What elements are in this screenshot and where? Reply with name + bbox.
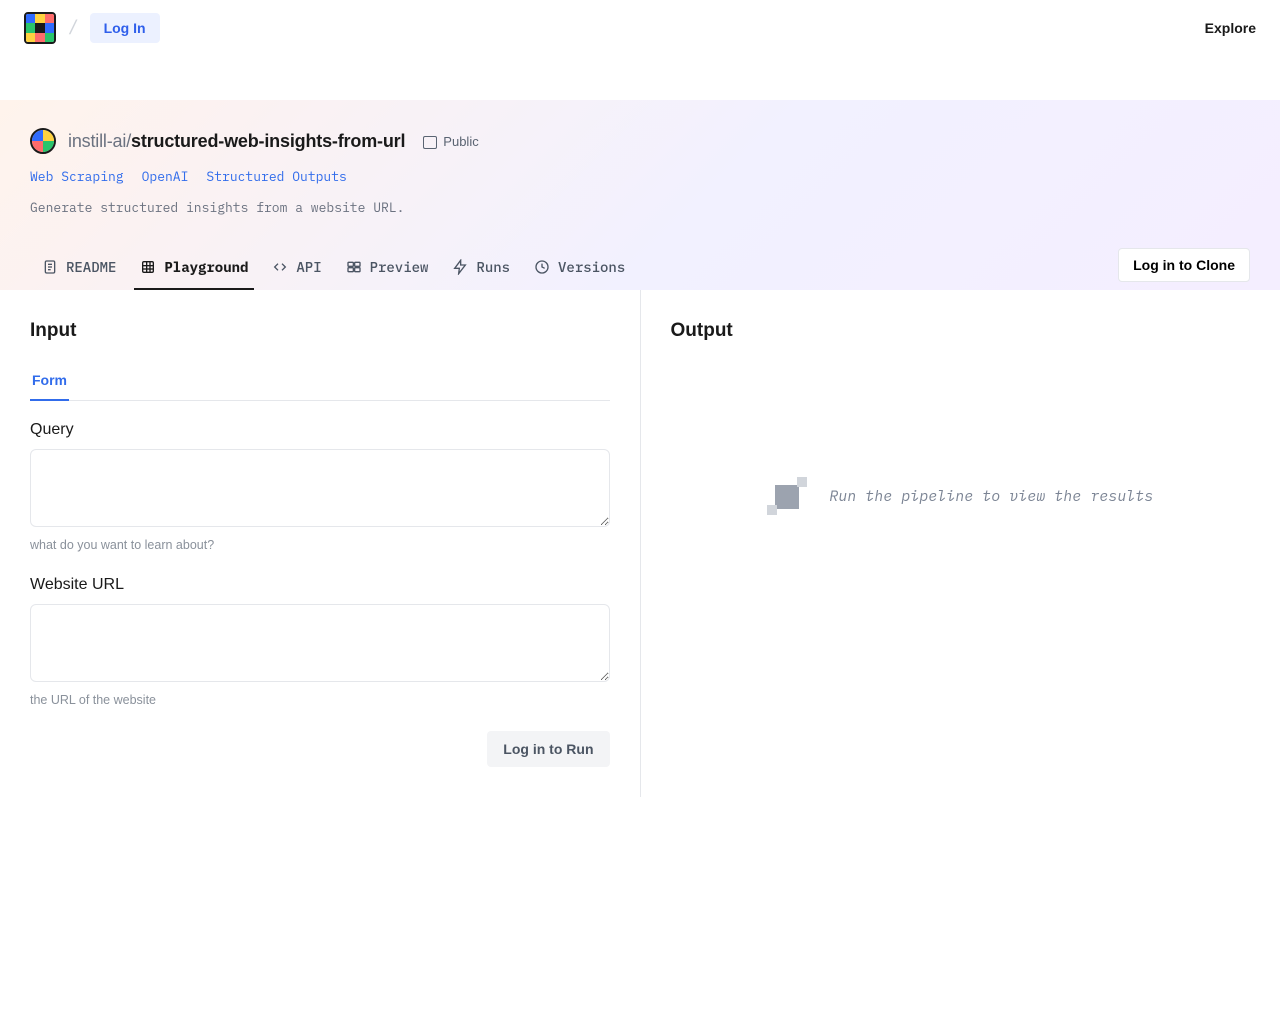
run-button[interactable]: Log in to Run	[487, 731, 609, 767]
query-input[interactable]	[30, 449, 610, 527]
tag-web-scraping[interactable]: Web Scraping	[30, 168, 124, 185]
code-icon	[272, 259, 288, 275]
project-description: Generate structured insights from a webs…	[30, 199, 1250, 216]
breadcrumb-project-name[interactable]: structured-web-insights-from-url	[131, 131, 405, 151]
grid-icon	[140, 259, 156, 275]
tab-playground-label: Playground	[164, 258, 248, 276]
tab-versions[interactable]: Versions	[522, 248, 637, 290]
explore-link[interactable]: Explore	[1205, 20, 1256, 36]
tab-readme-label: README	[66, 258, 116, 276]
tag-structured-outputs[interactable]: Structured Outputs	[206, 168, 346, 185]
book-icon	[423, 136, 437, 147]
tag-openai[interactable]: OpenAI	[142, 168, 189, 185]
url-input[interactable]	[30, 604, 610, 682]
project-tabs: README Playground API Preview Runs Versi…	[30, 248, 1250, 290]
input-pane: Input Form Query what do you want to lea…	[0, 290, 640, 797]
project-title-row: instill-ai/structured-web-insights-from-…	[30, 128, 1250, 154]
bolt-icon	[452, 259, 468, 275]
pixel-icon	[767, 475, 809, 517]
output-empty-state: Run the pipeline to view the results	[671, 366, 1251, 626]
query-hint: what do you want to learn about?	[30, 538, 610, 552]
project-header: instill-ai/structured-web-insights-from-…	[0, 100, 1280, 290]
clone-button[interactable]: Log in to Clone	[1118, 248, 1250, 282]
tab-versions-label: Versions	[558, 258, 625, 276]
subtab-form[interactable]: Form	[30, 366, 69, 400]
query-label: Query	[30, 421, 610, 439]
org-avatar[interactable]	[30, 128, 56, 154]
query-field: Query what do you want to learn about?	[30, 421, 610, 552]
output-title: Output	[671, 320, 1251, 342]
url-label: Website URL	[30, 576, 610, 594]
tab-runs-label: Runs	[476, 258, 510, 276]
tab-readme[interactable]: README	[30, 248, 128, 290]
input-title: Input	[30, 320, 610, 342]
tab-playground[interactable]: Playground	[128, 248, 260, 290]
topbar: / Log In Explore	[0, 0, 1280, 56]
file-icon	[42, 259, 58, 275]
topbar-gap	[0, 56, 1280, 100]
input-subtabs: Form	[30, 366, 610, 401]
output-empty-text: Run the pipeline to view the results	[829, 487, 1153, 506]
visibility-label: Public	[443, 134, 478, 149]
history-icon	[534, 259, 550, 275]
tag-row: Web Scraping OpenAI Structured Outputs	[30, 168, 1250, 185]
breadcrumb: instill-ai/structured-web-insights-from-…	[68, 131, 405, 152]
product-logo[interactable]	[24, 12, 56, 44]
playground-panes: Input Form Query what do you want to lea…	[0, 290, 1280, 797]
tab-preview-label: Preview	[370, 258, 429, 276]
tab-preview[interactable]: Preview	[334, 248, 441, 290]
login-button[interactable]: Log In	[90, 13, 160, 43]
tab-api-label: API	[296, 258, 321, 276]
breadcrumb-owner[interactable]: instill-ai	[68, 131, 126, 151]
breadcrumb-slash-icon: /	[68, 17, 78, 40]
url-field: Website URL the URL of the website	[30, 576, 610, 707]
tab-runs[interactable]: Runs	[440, 248, 522, 290]
url-hint: the URL of the website	[30, 693, 610, 707]
visibility-badge: Public	[423, 134, 478, 149]
tab-api[interactable]: API	[260, 248, 333, 290]
preview-icon	[346, 259, 362, 275]
output-pane: Output Run the pipeline to view the resu…	[640, 290, 1280, 797]
